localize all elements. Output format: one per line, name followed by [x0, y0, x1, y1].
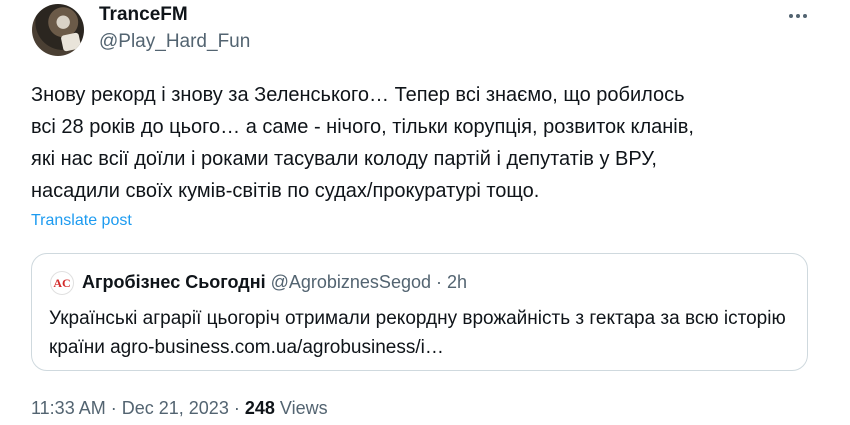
quoted-post-card[interactable]: AC Агробізнес Сьогодні @AgrobiznesSegod … — [31, 253, 808, 371]
author-handle[interactable]: @Play_Hard_Fun — [99, 31, 250, 53]
dot — [789, 14, 793, 18]
quoted-post-header: Агробізнес Сьогодні @AgrobiznesSegod · 2… — [82, 272, 467, 293]
quoted-author-name: Агробізнес Сьогодні — [82, 272, 266, 292]
author-avatar[interactable] — [32, 4, 84, 56]
dot — [796, 14, 800, 18]
ellipsis-horizontal-icon[interactable] — [786, 4, 810, 28]
dot — [803, 14, 807, 18]
translate-post-link[interactable]: Translate post — [31, 212, 132, 230]
quoted-post-text: Українські аграрії цьогоріч отримали рек… — [49, 308, 786, 358]
quoted-author-handle: @AgrobiznesSegod — [270, 272, 431, 292]
post-meta: 11:33 AM · Dec 21, 2023 · 248 Views — [31, 398, 328, 419]
tweet-text: Знову рекорд і знову за Зеленського… Теп… — [31, 84, 694, 202]
separator-dot: · — [110, 398, 117, 418]
author-display-name[interactable]: TranceFM — [99, 4, 188, 26]
views-label: Views — [279, 398, 328, 418]
post-time[interactable]: 11:33 AM — [31, 398, 106, 418]
separator-dot: · — [233, 398, 240, 418]
quoted-author-avatar: AC — [50, 271, 74, 295]
quoted-post-time: 2h — [447, 272, 468, 292]
views-count[interactable]: 248 — [245, 398, 275, 418]
post-date[interactable]: Dec 21, 2023 — [122, 398, 229, 418]
separator-dot: · — [436, 272, 442, 292]
